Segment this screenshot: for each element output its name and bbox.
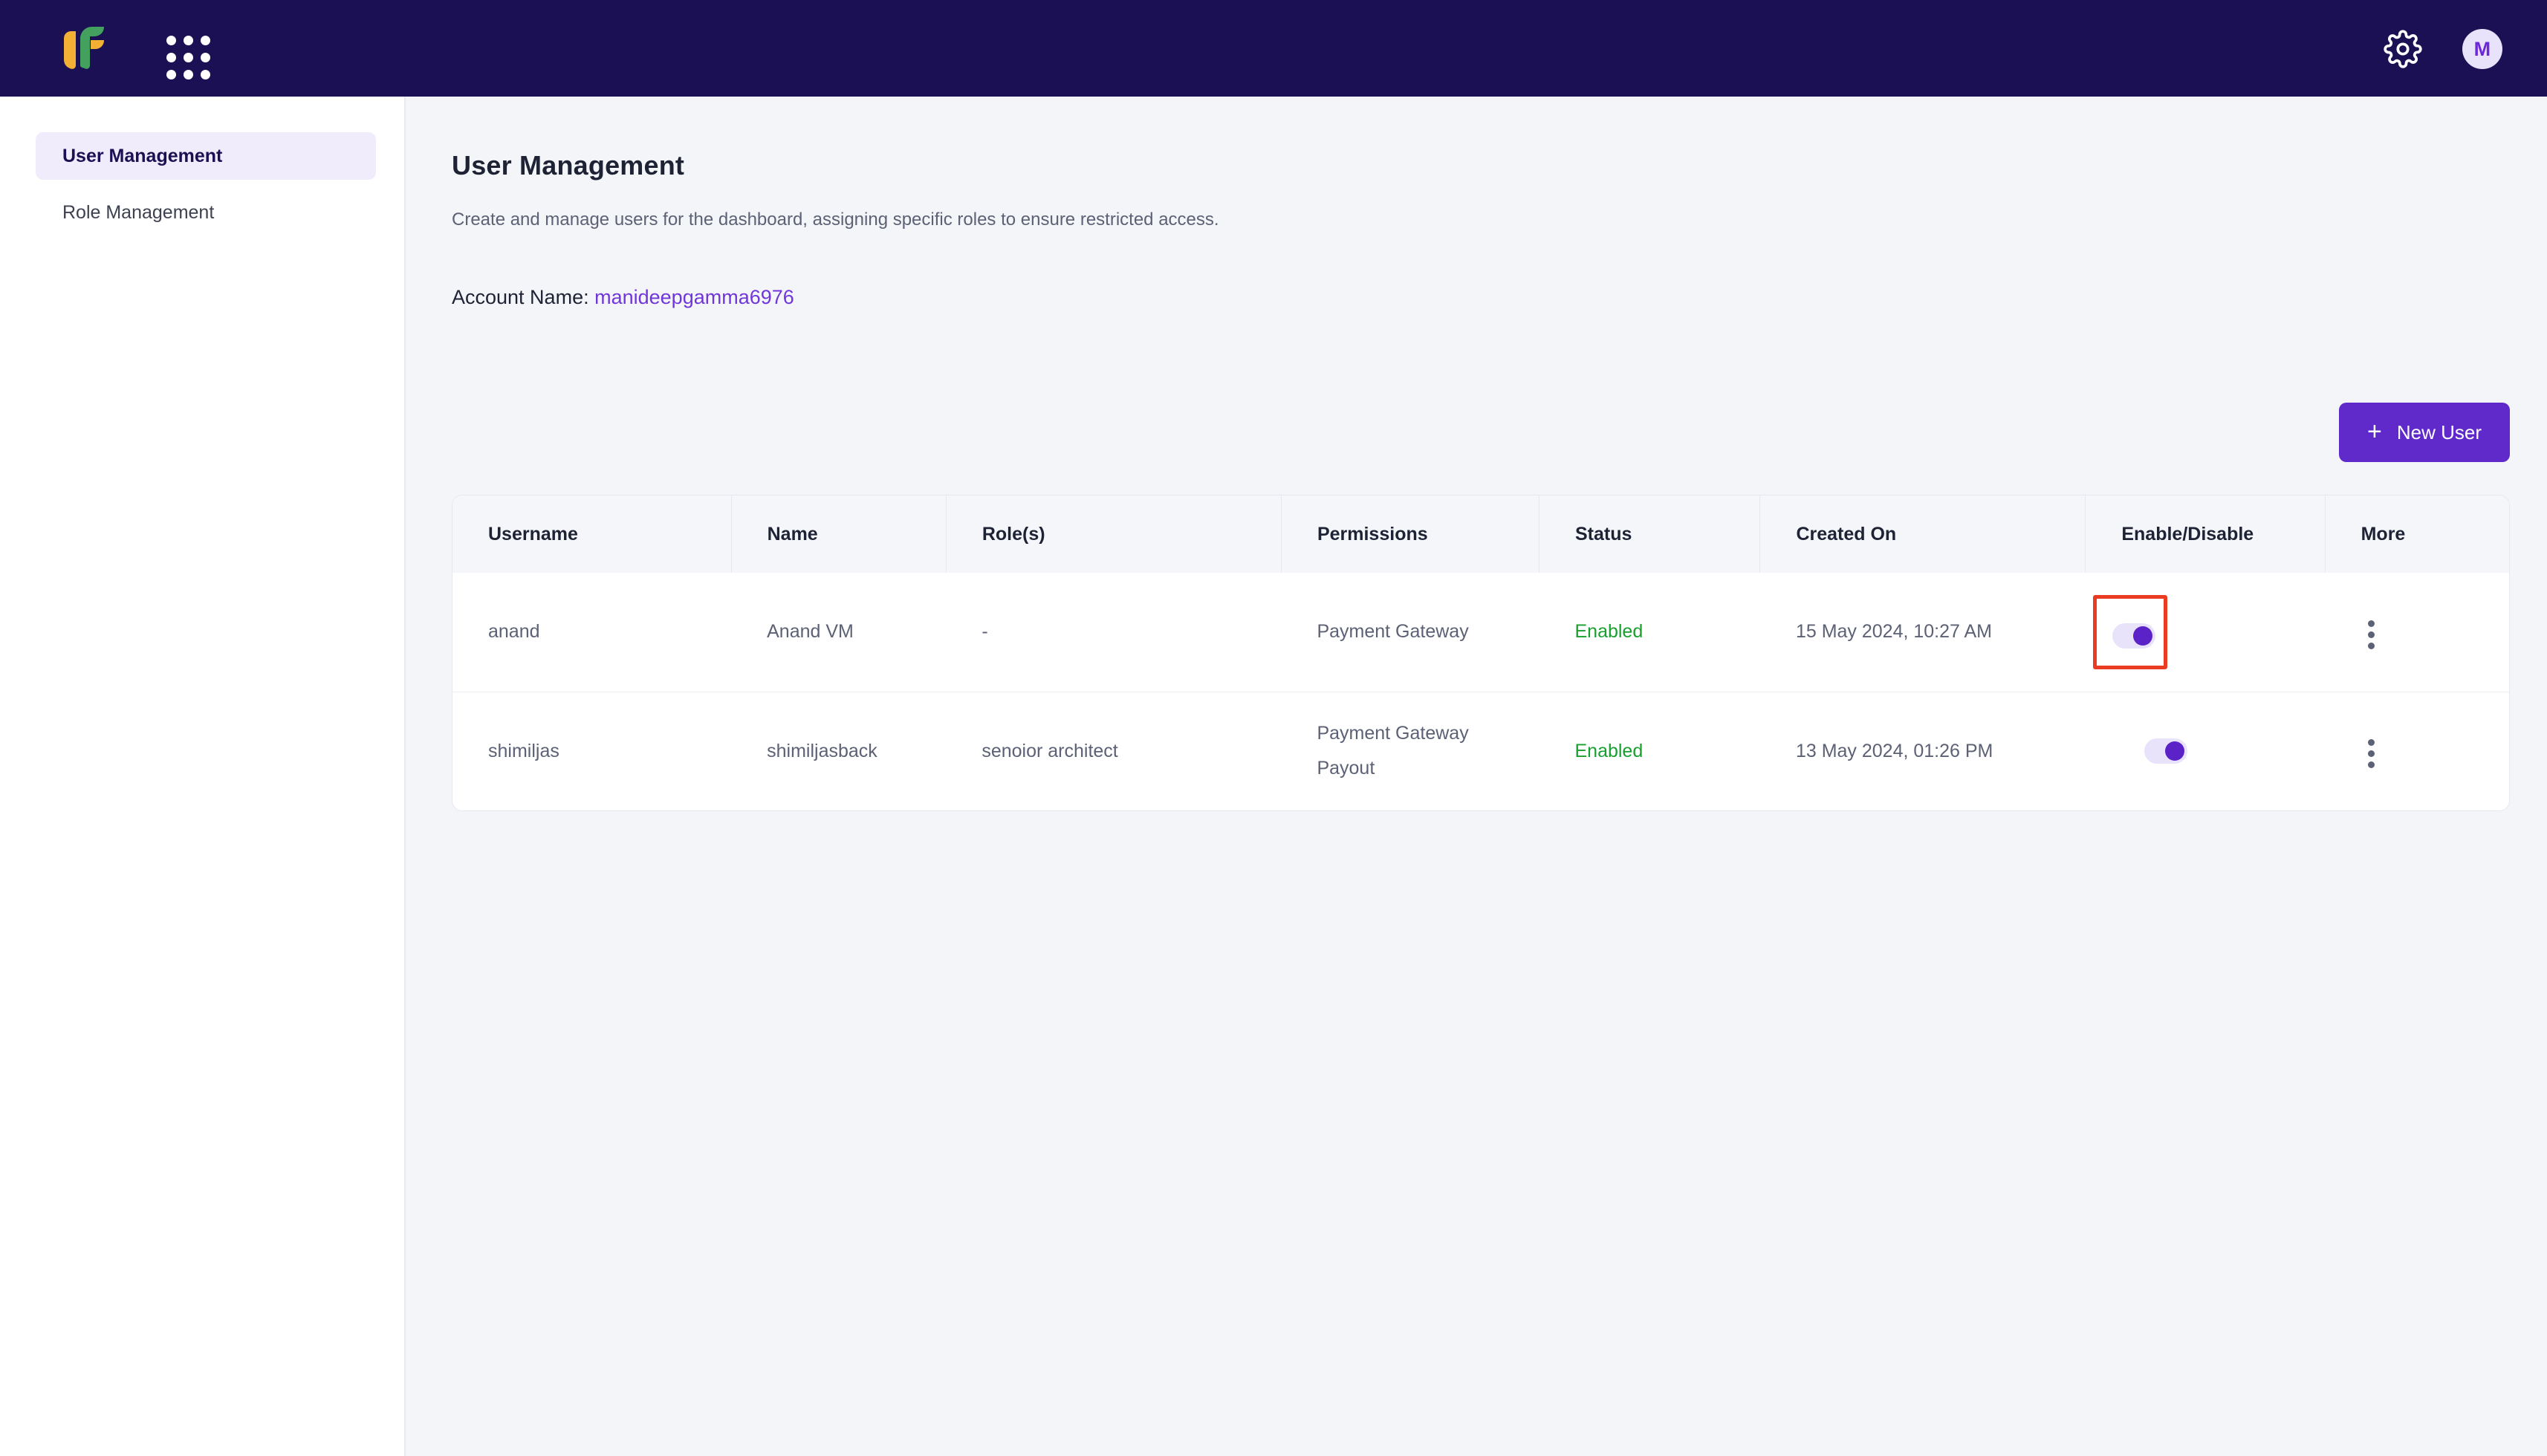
top-navigation-bar: M: [0, 0, 2547, 97]
cell-enable-disable: [2086, 692, 2325, 810]
permission-item: Payout: [1317, 758, 1375, 779]
column-header-roles[interactable]: Role(s): [946, 495, 1282, 573]
users-table-card: Username Name Role(s) Permissions Status…: [452, 495, 2510, 811]
more-options-icon[interactable]: [2361, 616, 2382, 654]
account-name-value[interactable]: manideepgamma6976: [594, 286, 794, 308]
grid-dot: [201, 36, 210, 45]
column-header-permissions[interactable]: Permissions: [1281, 495, 1539, 573]
column-header-username[interactable]: Username: [452, 495, 732, 573]
avatar-initial: M: [2473, 37, 2491, 60]
table-header-row: Username Name Role(s) Permissions Status…: [452, 495, 2509, 573]
grid-dot: [166, 53, 176, 62]
grid-dot: [166, 36, 176, 45]
toggle-knob: [2164, 741, 2184, 761]
column-header-name[interactable]: Name: [731, 495, 947, 573]
permission-item: Payment Gateway: [1317, 621, 1469, 643]
grid-dot: [201, 53, 210, 62]
column-header-status[interactable]: Status: [1539, 495, 1761, 573]
apps-grid-icon[interactable]: [166, 36, 212, 82]
grid-dot: [184, 53, 193, 62]
grid-dot: [166, 70, 176, 79]
logo-icon: [64, 27, 104, 69]
cell-permissions: Payment Gateway: [1281, 573, 1539, 692]
cell-name: shimiljasback: [767, 740, 877, 761]
sidebar-item-role-management[interactable]: Role Management: [36, 189, 376, 236]
cell-status: Enabled: [1574, 740, 1644, 761]
sidebar-item-label: Role Management: [62, 201, 215, 223]
permission-item: Payment Gateway: [1317, 722, 1469, 744]
grid-dot: [184, 70, 193, 79]
account-name-line: Account Name: manideepgamma6976: [452, 286, 794, 309]
user-avatar[interactable]: M: [2462, 29, 2502, 69]
dot: [2368, 642, 2375, 649]
cell-more: [2325, 573, 2509, 692]
brand-logo[interactable]: [56, 19, 107, 73]
dot: [2368, 620, 2375, 627]
cell-name: Anand VM: [731, 573, 947, 692]
enable-disable-toggle[interactable]: [2144, 738, 2187, 764]
column-header-enable-disable[interactable]: Enable/Disable: [2085, 495, 2326, 573]
new-user-button[interactable]: + New User: [2339, 403, 2510, 462]
cell-enable-disable: [2085, 573, 2326, 692]
cell-created-on: 15 May 2024, 10:27 AM: [1759, 573, 2086, 692]
cell-permissions: Payment Gateway Payout: [1281, 692, 1539, 810]
sidebar: User Management Role Management: [0, 97, 406, 1456]
page-subtitle: Create and manage users for the dashboar…: [452, 209, 1219, 230]
dot: [2368, 631, 2375, 638]
dot: [2368, 750, 2375, 758]
dot: [2368, 739, 2375, 747]
page-title: User Management: [452, 150, 685, 181]
more-options-icon[interactable]: [2361, 735, 2382, 773]
enable-disable-toggle[interactable]: [2112, 623, 2155, 649]
cell-username: shimiljas: [488, 740, 559, 761]
cell-roles: senoior architect: [982, 740, 1118, 761]
cell-created-on: 13 May 2024, 01:26 PM: [1795, 740, 1993, 761]
sidebar-item-label: User Management: [62, 145, 223, 166]
account-name-label: Account Name:: [452, 286, 589, 308]
table-header: Username Name Role(s) Permissions Status…: [452, 495, 2509, 573]
column-header-created-on[interactable]: Created On: [1759, 495, 2086, 573]
grid-dot: [201, 70, 210, 79]
new-user-button-label: New User: [2396, 420, 2482, 443]
column-header-more[interactable]: More: [2325, 495, 2509, 573]
sidebar-item-user-management[interactable]: User Management: [36, 132, 376, 180]
table-row: anand Anand VM - Payment Gateway Enabled…: [452, 573, 2509, 692]
cell-status: Enabled: [1539, 573, 1760, 692]
toggle-knob: [2132, 625, 2152, 646]
cell-username: anand: [452, 573, 732, 692]
grid-dot: [184, 36, 193, 45]
cell-more: [2325, 692, 2509, 810]
gear-icon[interactable]: [2384, 30, 2422, 68]
table-body: anand Anand VM - Payment Gateway Enabled…: [452, 573, 2509, 810]
table-row: shimiljas shimiljasback senoior architec…: [452, 692, 2509, 810]
main-content: User Management Create and manage users …: [406, 97, 2547, 1456]
gear-glyph: [2384, 30, 2422, 68]
users-table: Username Name Role(s) Permissions Status…: [452, 495, 2509, 810]
plus-icon: +: [2367, 417, 2382, 446]
dot: [2368, 761, 2375, 769]
cell-roles: -: [946, 573, 1282, 692]
highlight-annotation-box: [2092, 594, 2167, 669]
